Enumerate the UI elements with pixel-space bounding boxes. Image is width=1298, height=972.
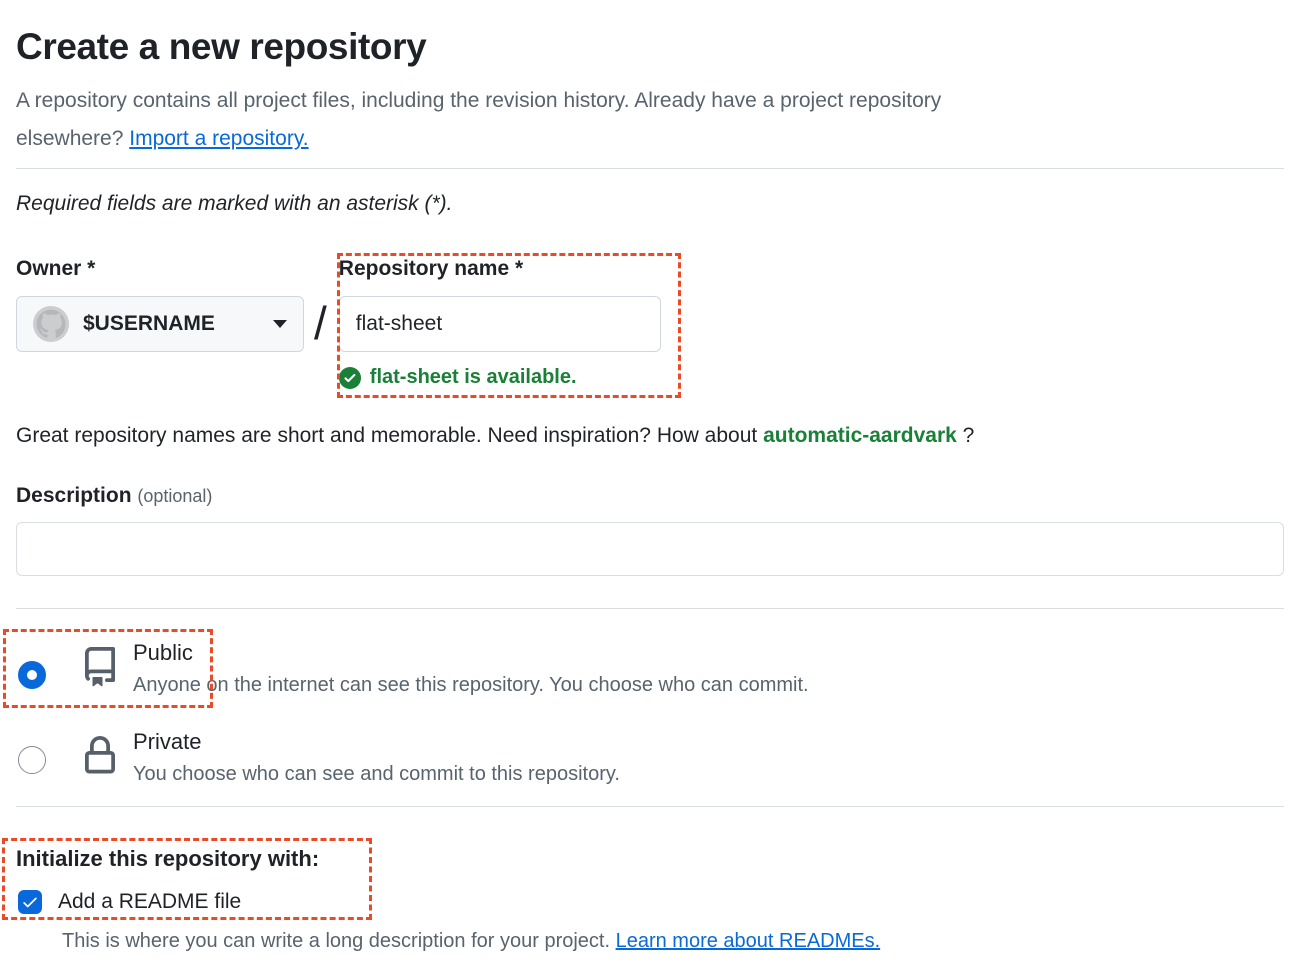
lock-icon bbox=[80, 736, 120, 776]
readme-note-text: This is where you can write a long descr… bbox=[62, 930, 616, 952]
availability-text: flat-sheet is available. bbox=[370, 365, 577, 390]
repository-name-label: Repository name * bbox=[339, 256, 661, 281]
private-radio[interactable] bbox=[18, 746, 46, 774]
readme-checkbox-row: Add a README file bbox=[16, 889, 1284, 915]
check-circle-icon bbox=[339, 367, 361, 389]
divider bbox=[16, 608, 1284, 609]
page-title: Create a new repository bbox=[16, 26, 1284, 68]
repo-book-icon bbox=[80, 647, 120, 687]
private-option-text: Private You choose who can see and commi… bbox=[133, 728, 620, 789]
visibility-option-public: Public Anyone on the internet can see th… bbox=[16, 639, 1284, 700]
learn-more-readmes-link[interactable]: Learn more about READMEs. bbox=[616, 930, 881, 952]
add-readme-checkbox[interactable] bbox=[18, 890, 42, 914]
owner-repo-separator: / bbox=[314, 294, 327, 390]
add-readme-label[interactable]: Add a README file bbox=[58, 889, 241, 915]
import-repository-link[interactable]: Import a repository. bbox=[129, 127, 308, 150]
owner-repo-row: Owner * $USERNAME / Repository name * fl… bbox=[16, 256, 1284, 390]
private-description: You choose who can see and commit to thi… bbox=[133, 759, 620, 789]
description-label-row: Description (optional) bbox=[16, 483, 1284, 509]
public-label[interactable]: Public bbox=[133, 639, 809, 667]
initialize-heading: Initialize this repository with: bbox=[16, 845, 1284, 872]
description-label: Description bbox=[16, 484, 132, 507]
required-fields-note: Required fields are marked with an aster… bbox=[16, 191, 1284, 216]
private-label[interactable]: Private bbox=[133, 728, 620, 756]
name-suggestion: Great repository names are short and mem… bbox=[16, 423, 1284, 449]
description-input[interactable] bbox=[16, 522, 1284, 576]
suggestion-text-after: ? bbox=[957, 424, 975, 447]
intro-text: A repository contains all project files,… bbox=[16, 82, 1284, 158]
repository-name-field: Repository name * flat-sheet is availabl… bbox=[339, 256, 661, 390]
availability-message: flat-sheet is available. bbox=[339, 365, 661, 390]
create-repository-page: Create a new repository A repository con… bbox=[0, 0, 1298, 972]
triangle-down-icon bbox=[273, 320, 287, 328]
readme-note: This is where you can write a long descr… bbox=[62, 928, 1284, 954]
owner-dropdown-button[interactable]: $USERNAME bbox=[16, 296, 304, 352]
owner-selected-value: $USERNAME bbox=[83, 312, 215, 336]
checkmark-icon bbox=[21, 893, 39, 911]
repository-name-input[interactable] bbox=[339, 296, 661, 352]
public-option-text: Public Anyone on the internet can see th… bbox=[133, 639, 809, 700]
suggestion-text-before: Great repository names are short and mem… bbox=[16, 424, 763, 447]
visibility-option-private: Private You choose who can see and commi… bbox=[16, 728, 1284, 789]
public-radio[interactable] bbox=[18, 661, 46, 689]
intro-line2: elsewhere? bbox=[16, 127, 123, 150]
octocat-avatar-icon bbox=[33, 306, 69, 342]
divider bbox=[16, 168, 1284, 169]
description-optional-hint: (optional) bbox=[137, 486, 212, 506]
divider bbox=[16, 806, 1284, 807]
suggested-name-link[interactable]: automatic-aardvark bbox=[763, 424, 957, 447]
intro-line1: A repository contains all project files,… bbox=[16, 89, 941, 112]
owner-label: Owner * bbox=[16, 256, 304, 281]
owner-field: Owner * $USERNAME bbox=[16, 256, 304, 390]
public-description: Anyone on the internet can see this repo… bbox=[133, 670, 809, 700]
